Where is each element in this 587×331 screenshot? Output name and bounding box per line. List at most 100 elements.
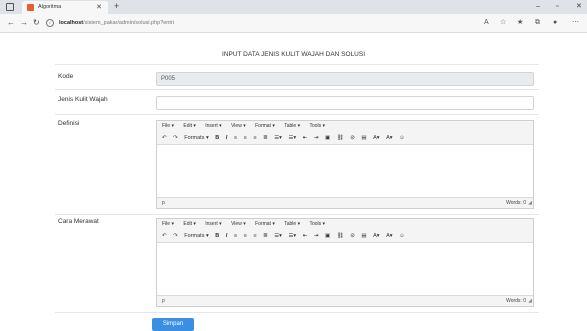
jenis-kulit-field[interactable] — [156, 96, 534, 110]
align-justify-icon[interactable]: ≣ — [263, 230, 268, 242]
link-icon[interactable]: ⛓ — [337, 132, 344, 144]
page-title: INPUT DATA JENIS KULIT WAJAH DAN SOLUSI — [221, 51, 366, 58]
link-icon[interactable]: ⛓ — [337, 230, 344, 242]
menu-tools[interactable]: Tools ▾ — [309, 123, 325, 129]
site-info-icon[interactable]: i — [46, 18, 54, 27]
bullet-list-icon[interactable]: ☰▾ — [274, 230, 282, 242]
align-left-icon[interactable]: ≡ — [234, 230, 237, 242]
favorites-icon[interactable]: ★ — [517, 14, 523, 32]
align-justify-icon[interactable]: ≣ — [263, 132, 268, 144]
url-field[interactable]: i localhost/sistem_pakar/admin/solusi.php… — [46, 17, 486, 29]
redo-icon[interactable]: ↷ — [173, 230, 178, 242]
resize-handle-icon[interactable]: ◢ — [528, 296, 532, 306]
definisi-editor: File ▾ Edit ▾ Insert ▾ View ▾ Format ▾ T… — [156, 120, 534, 209]
redo-icon[interactable]: ↷ — [173, 132, 178, 144]
window-close-icon[interactable]: ✕ — [576, 0, 582, 14]
url-path: /sistem_pakar/admin/solusi.php?entri — [83, 20, 174, 26]
word-count: Words: 0 — [506, 200, 526, 206]
image-icon[interactable]: ▣ — [325, 230, 330, 242]
numbered-list-icon[interactable]: ☰▾ — [288, 132, 296, 144]
back-icon[interactable]: ← — [7, 14, 15, 32]
new-tab-icon[interactable]: + — [114, 0, 119, 13]
menu-insert[interactable]: Insert ▾ — [205, 221, 221, 227]
align-center-icon[interactable]: ≡ — [244, 230, 247, 242]
menu-format[interactable]: Format ▾ — [255, 221, 275, 227]
favicon-icon — [27, 4, 34, 11]
bold-icon[interactable]: B — [215, 230, 219, 242]
align-right-icon[interactable]: ≡ — [253, 230, 256, 242]
menu-file[interactable]: File ▾ — [162, 123, 174, 129]
menu-edit[interactable]: Edit ▾ — [183, 123, 196, 129]
undo-icon[interactable]: ↶ — [162, 132, 167, 144]
address-bar: ← → ↻ i localhost/sistem_pakar/admin/solu… — [0, 14, 587, 33]
emoticon-icon[interactable]: ☺ — [399, 132, 405, 144]
profile-icon[interactable]: ● — [553, 14, 557, 32]
divider — [55, 114, 539, 115]
emoticon-icon[interactable]: ☺ — [399, 230, 405, 242]
url-host: localhost — [59, 20, 84, 26]
indent-icon[interactable]: ⇥ — [314, 230, 319, 242]
kode-field[interactable]: P005 — [156, 72, 534, 86]
bg-color-icon[interactable]: A▾ — [386, 230, 392, 242]
forward-icon[interactable]: → — [20, 14, 28, 32]
jenis-kulit-label: Jenis Kulit Wajah — [58, 96, 108, 103]
menu-table[interactable]: Table ▾ — [284, 221, 300, 227]
divider — [55, 312, 539, 313]
more-icon[interactable]: ⋯ — [572, 14, 579, 32]
italic-icon[interactable]: I — [226, 230, 228, 242]
bold-icon[interactable]: B — [215, 132, 219, 144]
text-color-icon[interactable]: A▾ — [373, 230, 379, 242]
browser-tab-bar: Algoritma ✕ + – ▫ ✕ — [0, 0, 587, 14]
menu-table[interactable]: Table ▾ — [284, 123, 300, 129]
editor-statusbar: p Words: 0 ◢ — [157, 197, 533, 208]
extensions-icon[interactable]: ⧉ — [535, 14, 540, 32]
bg-color-icon[interactable]: A▾ — [386, 132, 392, 144]
menu-edit[interactable]: Edit ▾ — [183, 221, 196, 227]
resize-handle-icon[interactable]: ◢ — [528, 198, 532, 208]
formats-dropdown[interactable]: Formats ▾ — [184, 230, 208, 242]
undo-icon[interactable]: ↶ — [162, 230, 167, 242]
editor-toolbar: ↶ ↷ Formats ▾ B I ≡ ≡ ≡ ≣ ☰▾ ☰▾ ⇤ ⇥ ▣ ⛓ … — [157, 132, 533, 145]
indent-icon[interactable]: ⇥ — [314, 132, 319, 144]
tab-title: Algoritma — [38, 4, 62, 10]
minimize-icon[interactable]: – — [536, 0, 540, 14]
kode-label: Kode — [58, 73, 74, 80]
tab-close-icon[interactable]: ✕ — [96, 1, 102, 14]
unlink-icon[interactable]: ⊘ — [350, 230, 355, 242]
outdent-icon[interactable]: ⇤ — [303, 230, 308, 242]
menu-insert[interactable]: Insert ▾ — [205, 123, 221, 129]
menu-file[interactable]: File ▾ — [162, 221, 174, 227]
read-aloud-icon[interactable]: A — [484, 14, 489, 32]
italic-icon[interactable]: I — [226, 132, 228, 144]
element-path[interactable]: p — [162, 296, 165, 306]
tab-actions-icon[interactable] — [6, 3, 14, 11]
unlink-icon[interactable]: ⊘ — [350, 132, 355, 144]
menu-view[interactable]: View ▾ — [231, 123, 246, 129]
element-path[interactable]: p — [162, 198, 165, 208]
formats-dropdown[interactable]: Formats ▾ — [184, 132, 208, 144]
align-left-icon[interactable]: ≡ — [234, 132, 237, 144]
image-icon[interactable]: ▣ — [325, 132, 330, 144]
favorites-add-icon[interactable]: ☆ — [500, 14, 506, 32]
browser-tab[interactable]: Algoritma ✕ — [22, 1, 108, 14]
maximize-icon[interactable]: ▫ — [556, 0, 558, 14]
outdent-icon[interactable]: ⇤ — [303, 132, 308, 144]
bullet-list-icon[interactable]: ☰▾ — [274, 132, 282, 144]
divider — [55, 214, 539, 215]
simpan-button[interactable]: Simpan — [152, 318, 194, 331]
text-color-icon[interactable]: A▾ — [373, 132, 379, 144]
divider — [55, 89, 539, 90]
numbered-list-icon[interactable]: ☰▾ — [288, 230, 296, 242]
definisi-label: Definisi — [58, 120, 80, 127]
reload-icon[interactable]: ↻ — [33, 14, 40, 32]
menu-view[interactable]: View ▾ — [231, 221, 246, 227]
menu-format[interactable]: Format ▾ — [255, 123, 275, 129]
editor-menubar: File ▾ Edit ▾ Insert ▾ View ▾ Format ▾ T… — [157, 219, 533, 230]
media-icon[interactable]: ▤ — [361, 132, 366, 144]
editor-statusbar: p Words: 0 ◢ — [157, 295, 533, 306]
cara-merawat-label: Cara Merawat — [58, 218, 99, 225]
menu-tools[interactable]: Tools ▾ — [309, 221, 325, 227]
align-center-icon[interactable]: ≡ — [244, 132, 247, 144]
align-right-icon[interactable]: ≡ — [253, 132, 256, 144]
media-icon[interactable]: ▤ — [361, 230, 366, 242]
